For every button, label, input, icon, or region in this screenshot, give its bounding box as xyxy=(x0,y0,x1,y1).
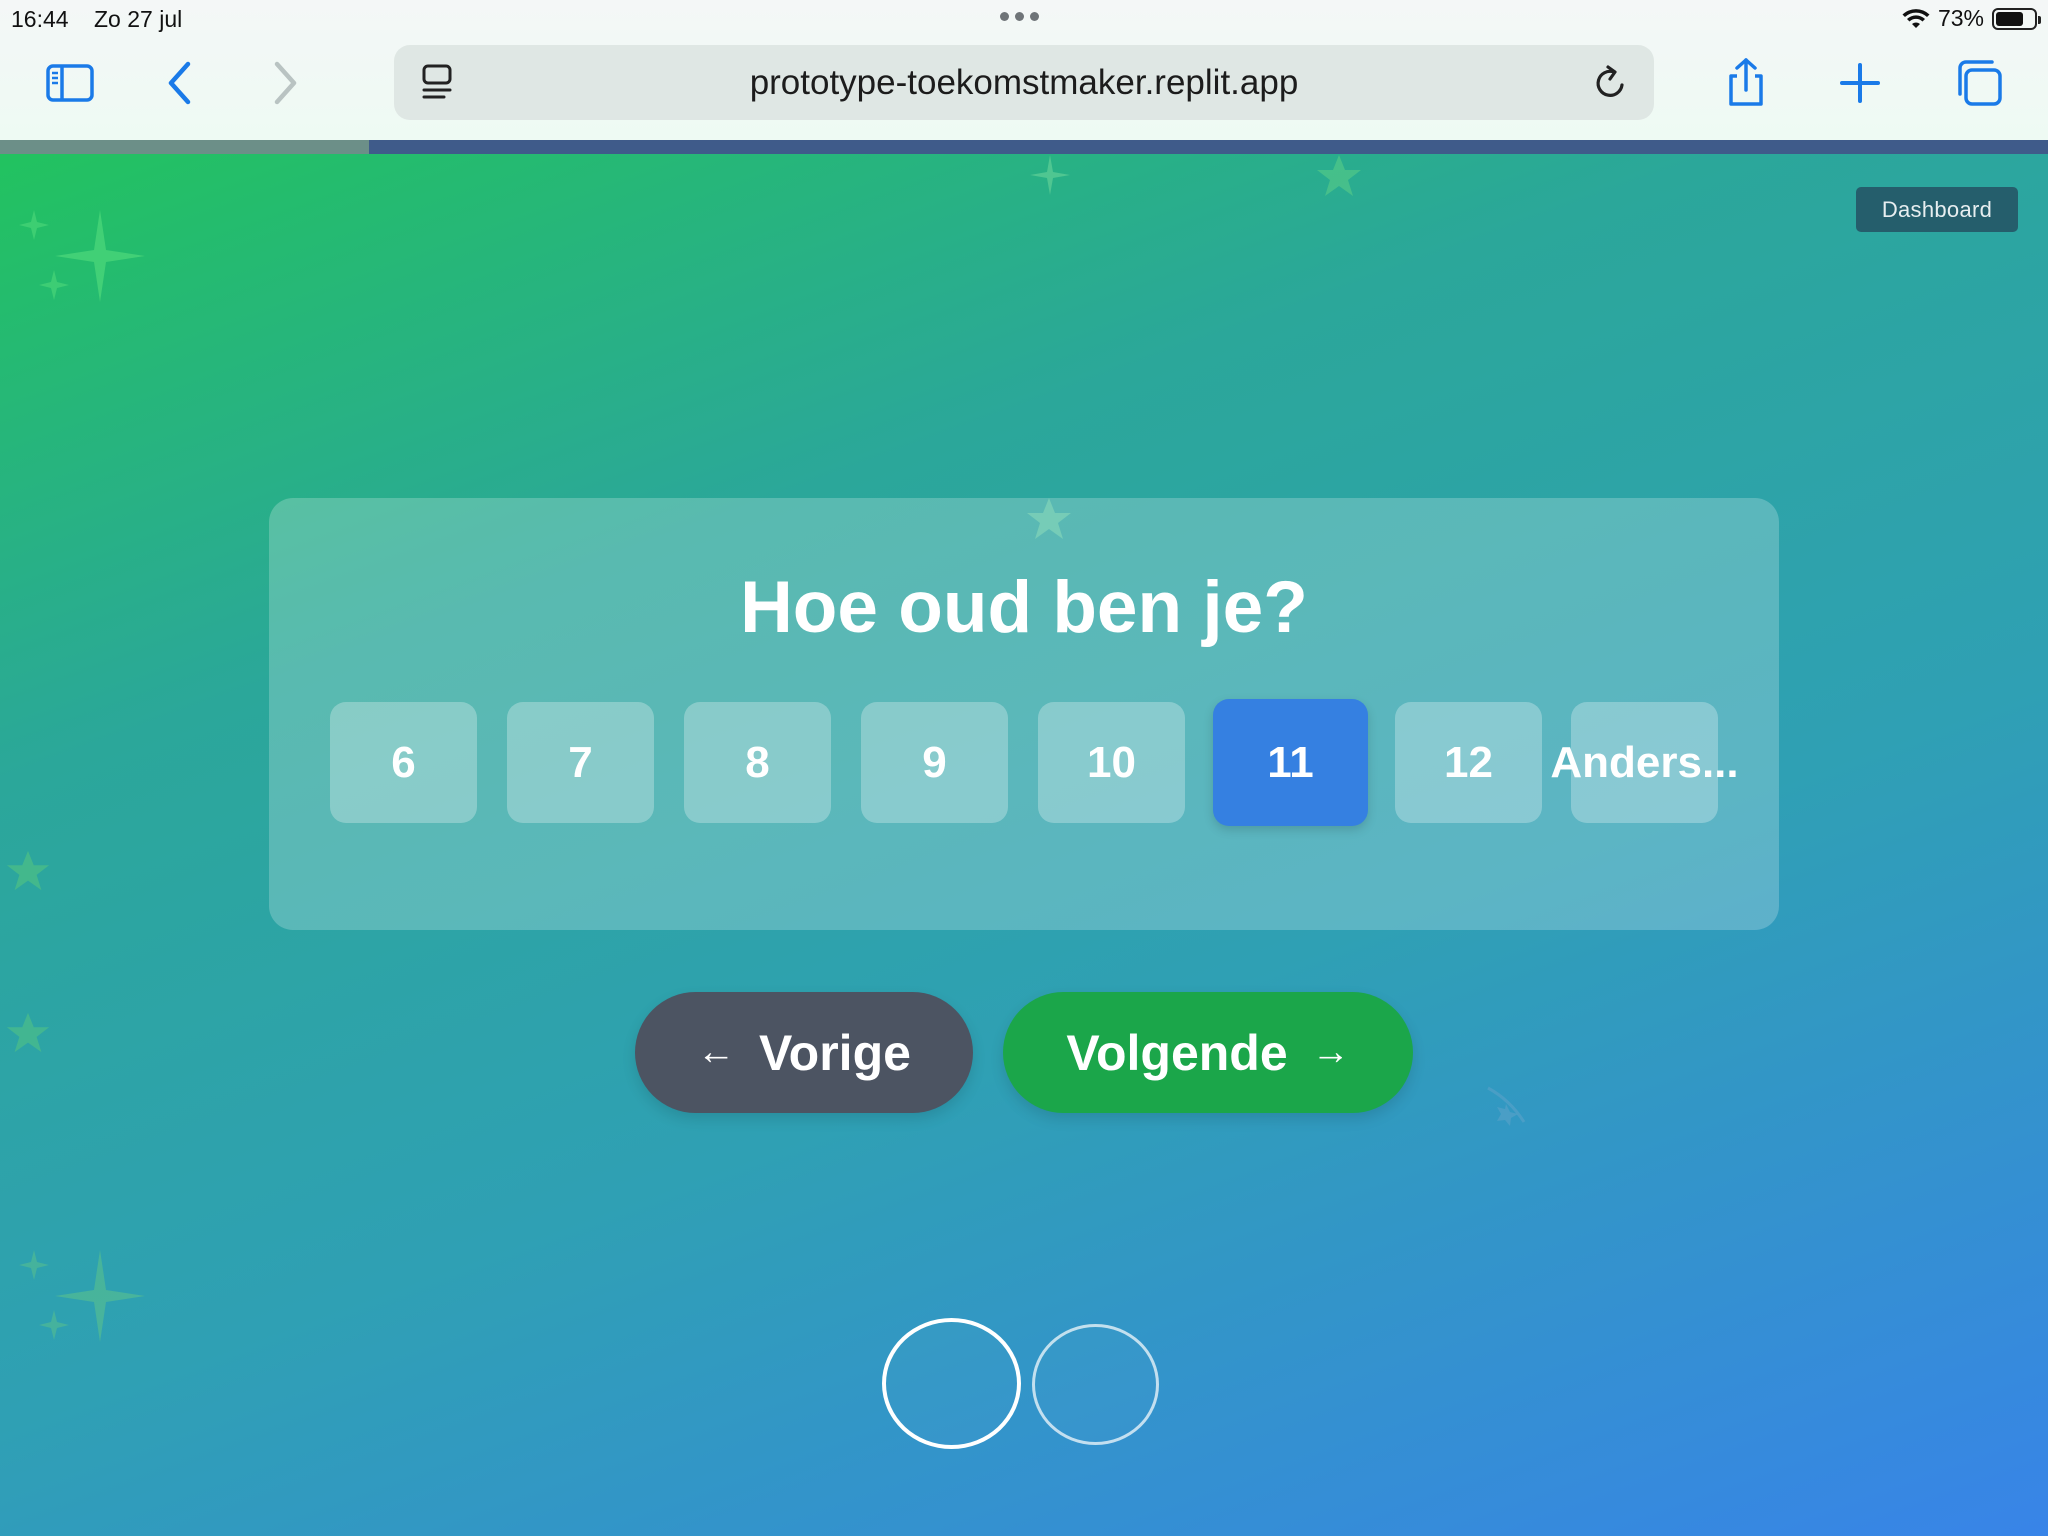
sparkle-icon xyxy=(19,1250,145,1342)
age-option-6[interactable]: 6 xyxy=(330,702,477,823)
age-option-12[interactable]: 12 xyxy=(1395,702,1542,823)
age-option-other[interactable]: Anders... xyxy=(1550,702,1739,823)
star-icon xyxy=(6,1012,50,1053)
step-indicator-2[interactable] xyxy=(1032,1324,1159,1445)
dashboard-button[interactable]: Dashboard xyxy=(1856,187,2018,232)
wifi-icon xyxy=(1902,8,1930,28)
status-bar: 16:44 Zo 27 jul 73% xyxy=(0,0,2048,38)
step-indicator-1[interactable] xyxy=(882,1318,1021,1449)
battery-icon xyxy=(1992,7,2041,30)
browser-chrome: 16:44 Zo 27 jul 73% prototype-toekomstma… xyxy=(0,0,2048,140)
status-indicators: 73% xyxy=(1902,5,2041,32)
comet-icon xyxy=(1487,1086,1526,1126)
chevron-right-icon[interactable] xyxy=(250,50,316,116)
progress-fill xyxy=(0,140,369,154)
age-option-10[interactable]: 10 xyxy=(1038,702,1185,823)
tabs-icon[interactable] xyxy=(1946,50,2012,116)
previous-button[interactable]: ← Vorige xyxy=(635,992,973,1113)
next-button[interactable]: Volgende → xyxy=(1003,992,1413,1113)
arrow-left-icon: ← xyxy=(697,1031,736,1073)
arrow-right-icon: → xyxy=(1311,1031,1350,1073)
page-content: Dashboard Hoe oud ben je? 6 7 8 9 10 11 … xyxy=(0,140,2048,1536)
age-option-7[interactable]: 7 xyxy=(507,702,654,823)
reload-icon[interactable] xyxy=(1586,59,1634,107)
address-bar[interactable]: prototype-toekomstmaker.replit.app xyxy=(394,45,1654,120)
multitasking-dots-icon[interactable] xyxy=(1000,12,1039,21)
age-option-8[interactable]: 8 xyxy=(684,702,831,823)
age-option-11[interactable]: 11 xyxy=(1213,699,1368,826)
sparkle-icon xyxy=(19,210,145,302)
progress-bar xyxy=(0,140,2048,154)
previous-label: Vorige xyxy=(759,1024,911,1081)
star-icon xyxy=(6,850,50,891)
sidebar-icon[interactable] xyxy=(37,50,103,116)
star-icon xyxy=(1317,155,1361,196)
status-date: Zo 27 jul xyxy=(94,6,183,32)
chevron-left-icon[interactable] xyxy=(149,50,215,116)
age-option-9[interactable]: 9 xyxy=(861,702,1008,823)
plus-icon[interactable] xyxy=(1827,50,1893,116)
sparkle-icon xyxy=(1030,155,1070,195)
question-card: Hoe oud ben je? 6 7 8 9 10 11 12 Anders.… xyxy=(269,498,1779,930)
question-title: Hoe oud ben je? xyxy=(740,567,1308,648)
battery-percent: 73% xyxy=(1937,5,1984,31)
status-time: 16:44 xyxy=(11,6,69,32)
next-label: Volgende xyxy=(1066,1024,1288,1081)
share-icon[interactable] xyxy=(1713,50,1779,116)
url-text[interactable]: prototype-toekomstmaker.replit.app xyxy=(394,63,1654,103)
